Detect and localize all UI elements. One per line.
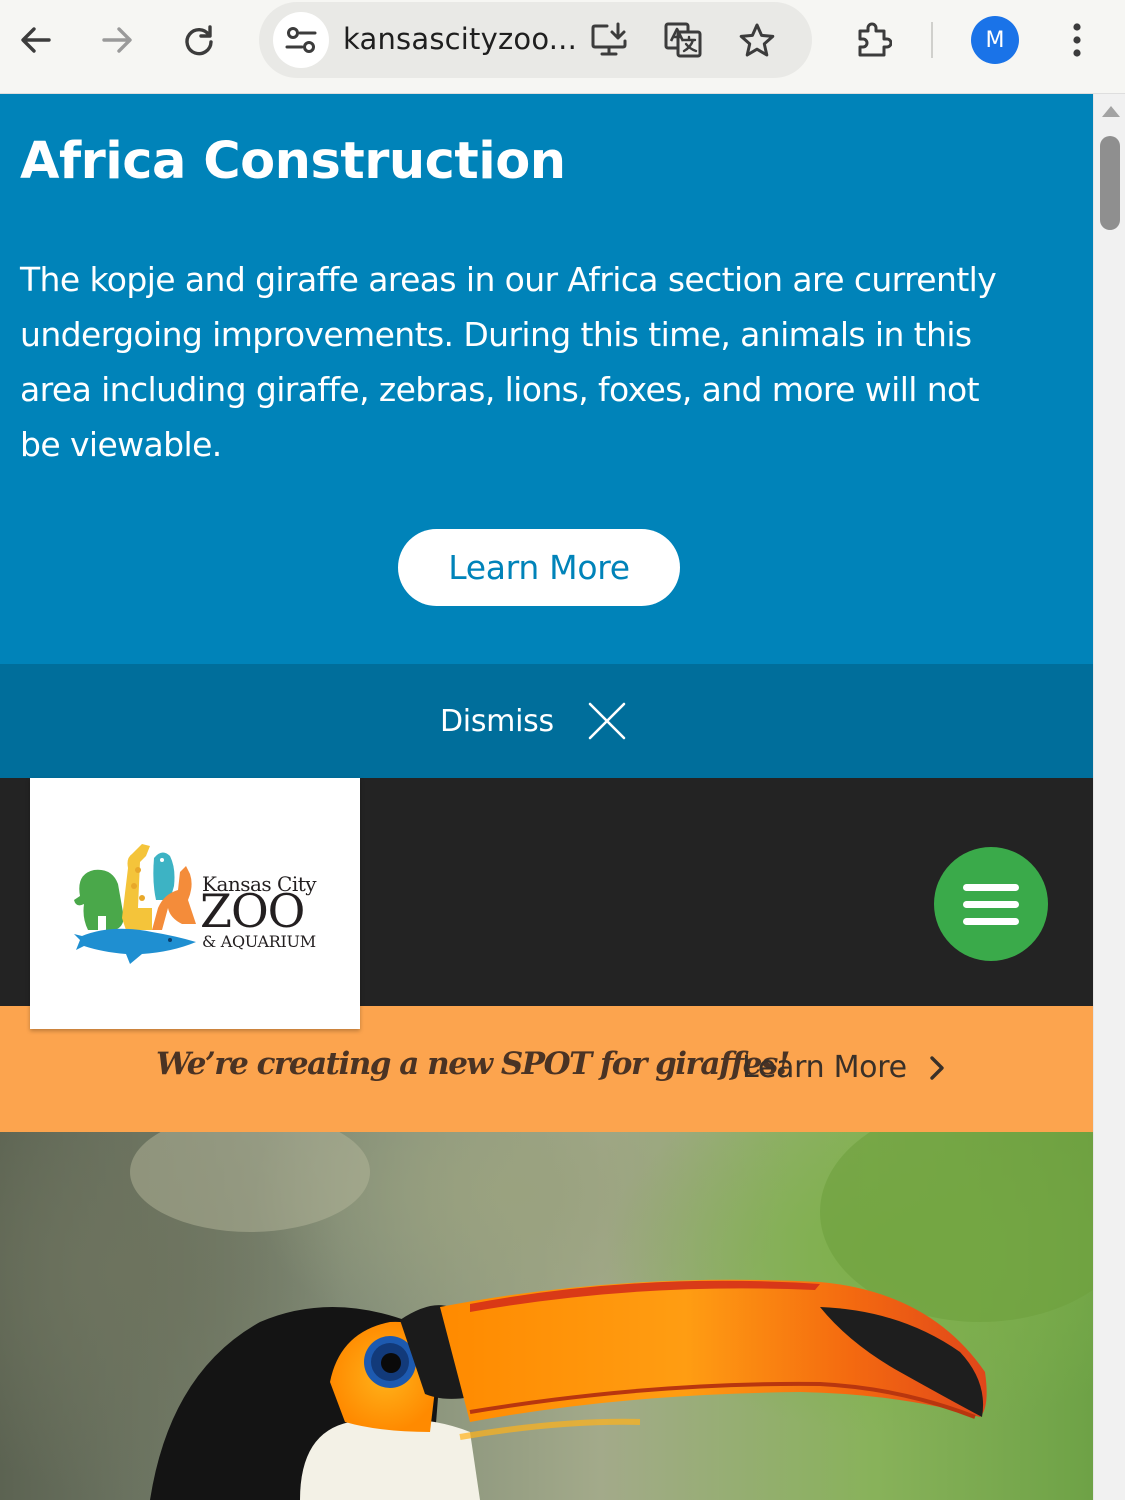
- logo-text-zoo: ZOO: [200, 884, 305, 938]
- logo-text-aquarium: & AQUARIUM: [202, 932, 316, 951]
- extensions-button[interactable]: [849, 16, 897, 64]
- site-info-button[interactable]: [273, 12, 329, 68]
- close-icon: [588, 702, 626, 740]
- dismiss-label: Dismiss: [440, 703, 554, 739]
- browser-toolbar: kansascityzoo... M: [0, 0, 1125, 94]
- puzzle-icon: [858, 22, 892, 57]
- star-icon: [739, 23, 775, 57]
- promo-link-label: Learn More: [742, 1050, 907, 1085]
- promo-text: We’re creating a new SPOT for giraffes!: [156, 1046, 790, 1082]
- dismiss-bar: Dismiss: [0, 664, 1093, 778]
- alert-title: Africa Construction: [20, 132, 566, 191]
- bookmark-button[interactable]: [733, 16, 781, 64]
- toucan-photo: [130, 1132, 1093, 1500]
- arrow-left-icon: [21, 27, 51, 53]
- install-app-button[interactable]: [586, 16, 634, 64]
- back-button[interactable]: [12, 16, 60, 64]
- alert-banner: Africa Construction The kopje and giraff…: [0, 94, 1093, 664]
- hamburger-icon: [963, 883, 1019, 891]
- forward-button[interactable]: [93, 16, 141, 64]
- reload-button[interactable]: [175, 16, 223, 64]
- menu-button[interactable]: [934, 847, 1048, 961]
- zoo-logo-animals-icon: [74, 844, 196, 964]
- page-scrollbar[interactable]: [1093, 94, 1125, 1500]
- hamburger-icon-line: [963, 917, 1019, 925]
- hero-image: [0, 1132, 1093, 1500]
- chevron-right-icon: [930, 1055, 944, 1080]
- scroll-thumb[interactable]: [1100, 136, 1120, 230]
- arrow-right-icon: [102, 27, 132, 53]
- dismiss-button[interactable]: Dismiss: [440, 694, 626, 748]
- learn-more-button[interactable]: Learn More: [398, 529, 680, 606]
- kebab-menu-icon: [1073, 23, 1081, 57]
- hamburger-icon-line: [963, 900, 1019, 908]
- alert-body: The kopje and giraffe areas in our Afric…: [20, 260, 997, 464]
- toolbar-separator: [931, 22, 933, 58]
- reload-icon: [185, 25, 213, 56]
- zoo-logo-link[interactable]: Kansas City ZOO & AQUARIUM: [30, 778, 360, 1029]
- profile-avatar[interactable]: M: [971, 16, 1019, 64]
- url-text[interactable]: kansascityzoo...: [343, 22, 577, 56]
- promo-learn-more-link[interactable]: Learn More: [742, 1050, 945, 1085]
- install-app-icon: [591, 22, 627, 56]
- browser-menu-button[interactable]: [1053, 16, 1101, 64]
- page-viewport: Africa Construction The kopje and giraff…: [0, 94, 1093, 1500]
- scroll-up-arrow-icon[interactable]: [1102, 106, 1120, 117]
- site-header: Kansas City ZOO & AQUARIUM: [0, 778, 1093, 1029]
- translate-button[interactable]: [659, 16, 707, 64]
- address-bar[interactable]: kansascityzoo...: [259, 2, 812, 78]
- tune-icon: [285, 27, 317, 53]
- translate-icon: [664, 22, 702, 58]
